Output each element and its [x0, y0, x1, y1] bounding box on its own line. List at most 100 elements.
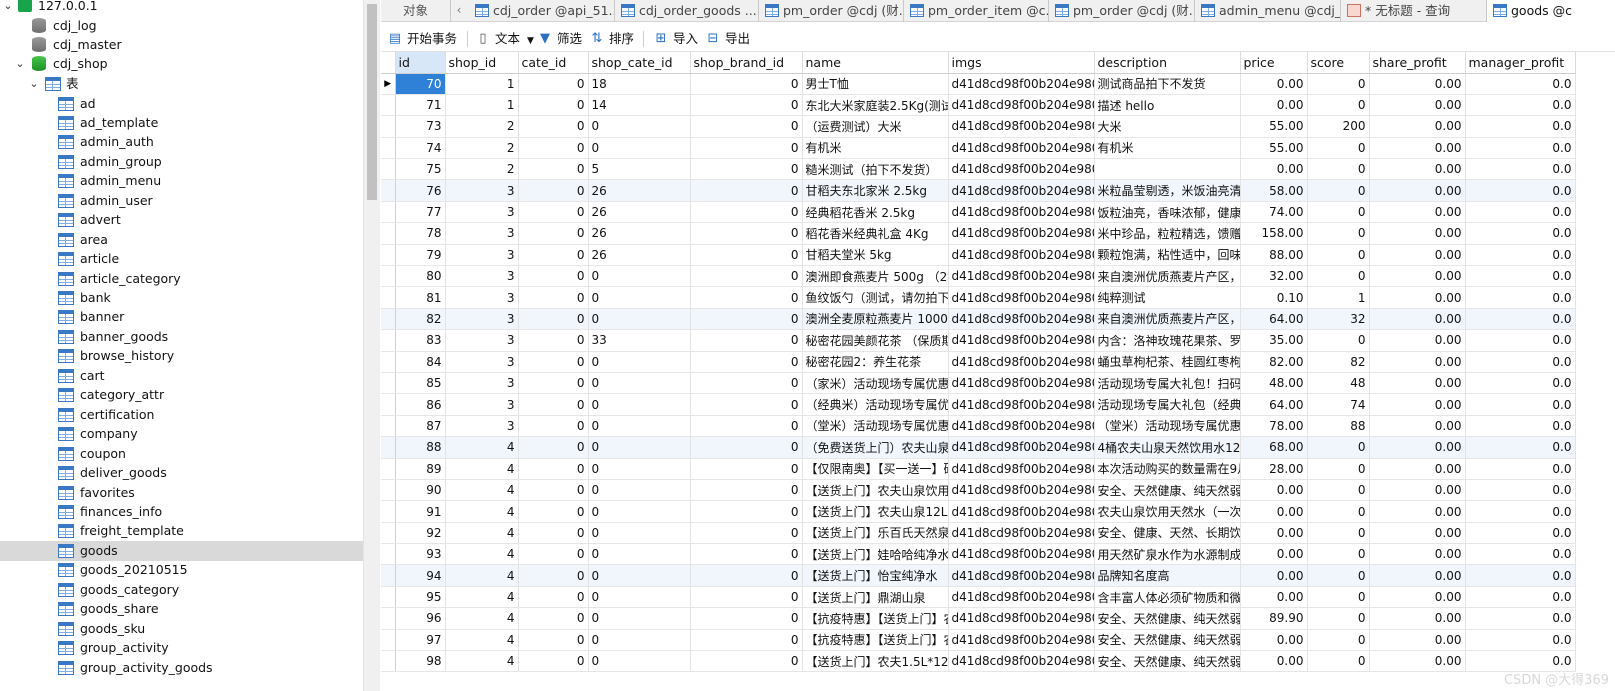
table-cell[interactable]: （堂米）活动现场专属优惠福: [1094, 415, 1241, 438]
table-cell[interactable]: 糙米测试（拍下不发货）: [802, 158, 949, 181]
table-cell[interactable]: d41d8cd98f00b204e9800: [948, 244, 1095, 267]
table-cell[interactable]: 81: [395, 286, 446, 309]
table-cell[interactable]: 1: [1307, 286, 1370, 309]
table-cell[interactable]: 甘稻夫堂米 5kg: [802, 244, 949, 267]
table-cell[interactable]: 0: [588, 115, 691, 138]
filter-button[interactable]: ▼ 筛选: [537, 28, 582, 50]
table-cell[interactable]: 0: [518, 415, 589, 438]
table-cell[interactable]: 3: [445, 265, 519, 288]
table-cell[interactable]: 0.00: [1240, 564, 1308, 587]
table-cell[interactable]: 0: [588, 137, 691, 160]
table-cell[interactable]: 74: [1307, 393, 1370, 416]
table-cell[interactable]: 85: [395, 372, 446, 395]
table-cell[interactable]: 0: [1307, 158, 1370, 181]
table-cell[interactable]: 本次活动购买的数量需在9月: [1094, 458, 1241, 480]
table-cell[interactable]: 0: [690, 158, 803, 181]
column-header[interactable]: cate_id: [518, 52, 589, 74]
table-cell[interactable]: 0: [690, 458, 803, 480]
column-header[interactable]: manager_profit: [1465, 52, 1576, 74]
table-cell[interactable]: 秘密花园美颜花茶 （保质期: [802, 329, 949, 352]
tree-connection[interactable]: ⌄ 127.0.0.1: [0, 0, 363, 16]
table-row[interactable]: 85 3 0 0 0 （家米）活动现场专属优惠福 d41d8cd98f00b204e9800…: [381, 372, 1576, 395]
table-cell[interactable]: 74.00: [1240, 201, 1308, 224]
table-cell[interactable]: 73: [395, 115, 446, 138]
table-cell[interactable]: 0: [690, 479, 803, 502]
table-cell[interactable]: 0.0: [1465, 458, 1576, 480]
tab-item[interactable]: pm_order_item @c...: [904, 0, 1049, 22]
table-cell[interactable]: 0.00: [1369, 607, 1466, 630]
table-cell[interactable]: 0.0: [1465, 415, 1576, 438]
table-cell[interactable]: 88.00: [1240, 244, 1308, 267]
table-cell[interactable]: 0.0: [1465, 629, 1576, 652]
table-cell[interactable]: 0: [588, 393, 691, 416]
table-cell[interactable]: 0: [1307, 265, 1370, 288]
table-cell[interactable]: 3: [445, 244, 519, 267]
table-cell[interactable]: 颗粒饱满，粘性适中，回味甘甜: [1094, 244, 1241, 267]
table-cell[interactable]: 68.00: [1240, 436, 1308, 459]
table-cell[interactable]: 0.00: [1369, 94, 1466, 117]
table-cell[interactable]: 0: [518, 308, 589, 331]
table-cell[interactable]: 大米: [1094, 115, 1241, 138]
table-cell[interactable]: 0: [690, 607, 803, 630]
table-cell[interactable]: 92: [395, 522, 446, 545]
tab-objects[interactable]: 对象: [381, 0, 451, 22]
tree-table-item[interactable]: cart: [0, 366, 363, 386]
table-cell[interactable]: 【送货上门】农夫山泉饮用天: [802, 479, 949, 502]
table-cell[interactable]: 0.00: [1369, 415, 1466, 438]
table-cell[interactable]: 0.00: [1369, 543, 1466, 566]
table-cell[interactable]: 0: [518, 201, 589, 224]
table-cell[interactable]: 0: [518, 458, 589, 480]
table-cell[interactable]: d41d8cd98f00b204e9800: [948, 222, 1095, 245]
table-cell[interactable]: 88: [1307, 415, 1370, 438]
table-row[interactable]: 92 4 0 0 0 【送货上门】乐百氏天然泉水 d41d8cd98f00b204e9800…: [381, 522, 1576, 545]
table-cell[interactable]: 82.00: [1240, 351, 1308, 373]
table-cell[interactable]: 0.0: [1465, 500, 1576, 523]
table-cell[interactable]: 有机米: [802, 137, 949, 160]
table-cell[interactable]: 76: [395, 179, 446, 202]
tree-scrollbar[interactable]: [363, 0, 380, 691]
table-cell[interactable]: 4: [445, 479, 519, 502]
table-cell[interactable]: d41d8cd98f00b204e9800: [948, 415, 1095, 438]
tree-tables-folder[interactable]: ⌄ 表: [0, 74, 363, 94]
chevron-down-icon[interactable]: ▼: [527, 36, 534, 46]
row-marker[interactable]: [381, 543, 396, 566]
sort-button[interactable]: ⇅ 排序: [589, 28, 634, 50]
tree-table-item[interactable]: browse_history: [0, 346, 363, 366]
table-cell[interactable]: 东北大米家庭装2.5Kg(测试,: [802, 94, 949, 117]
table-cell[interactable]: 0.00: [1369, 158, 1466, 181]
table-cell[interactable]: 0: [1307, 201, 1370, 224]
table-cell[interactable]: 0.00: [1240, 158, 1308, 181]
chevron-down-icon[interactable]: ⌄: [2, 0, 14, 16]
table-cell[interactable]: d41d8cd98f00b204e9800: [948, 94, 1095, 117]
table-cell[interactable]: 32: [1307, 308, 1370, 331]
table-cell[interactable]: 3: [445, 308, 519, 331]
table-cell[interactable]: 3: [445, 351, 519, 373]
table-cell[interactable]: 0: [690, 629, 803, 652]
table-cell[interactable]: d41d8cd98f00b204e9800: [948, 393, 1095, 416]
table-cell[interactable]: 【送货上门】鼎湖山泉: [802, 586, 949, 609]
row-marker[interactable]: [381, 351, 396, 373]
table-cell[interactable]: d41d8cd98f00b204e9800: [948, 650, 1095, 673]
table-cell[interactable]: 0: [518, 115, 589, 138]
table-cell[interactable]: 0: [518, 543, 589, 566]
table-cell[interactable]: 0.00: [1240, 543, 1308, 566]
table-cell[interactable]: 3: [445, 329, 519, 352]
table-cell[interactable]: 0: [518, 479, 589, 502]
tree-table-item[interactable]: bank: [0, 288, 363, 308]
table-row[interactable]: 95 4 0 0 0 【送货上门】鼎湖山泉 d41d8cd98f00b204e9800 含丰富…: [381, 586, 1576, 609]
table-cell[interactable]: 0: [690, 372, 803, 395]
table-cell[interactable]: 0: [1307, 607, 1370, 630]
table-cell[interactable]: 82: [395, 308, 446, 331]
table-cell[interactable]: 0.00: [1240, 500, 1308, 523]
tree-table-item[interactable]: admin_user: [0, 191, 363, 211]
table-cell[interactable]: 【送货上门】乐百氏天然泉水: [802, 522, 949, 545]
column-header[interactable]: shop_id: [445, 52, 519, 74]
tree-table-item[interactable]: goods_sku: [0, 619, 363, 639]
table-cell[interactable]: 0.0: [1465, 436, 1576, 459]
table-cell[interactable]: 4: [445, 500, 519, 523]
table-cell[interactable]: 71: [395, 94, 446, 117]
table-row[interactable]: 87 3 0 0 0 （堂米）活动现场专属优惠福 d41d8cd98f00b204e9800…: [381, 415, 1576, 438]
table-cell[interactable]: 0: [588, 650, 691, 673]
table-cell[interactable]: 0: [518, 650, 589, 673]
table-cell[interactable]: 86: [395, 393, 446, 416]
